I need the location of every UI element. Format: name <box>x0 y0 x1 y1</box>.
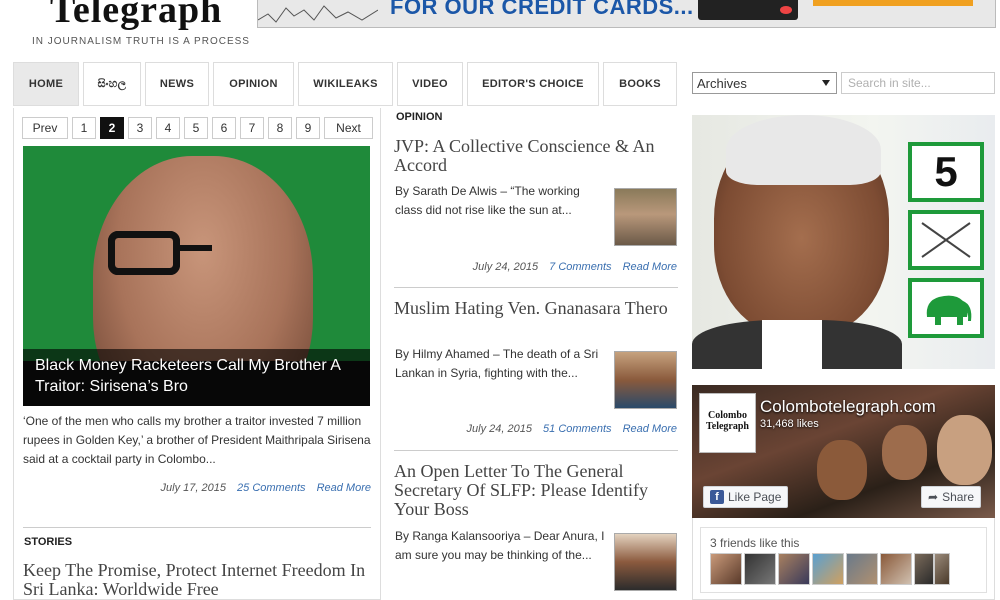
facebook-f-icon: f <box>710 490 724 504</box>
banner-text: FOR OUR CREDIT CARDS... <box>390 0 694 19</box>
opinion-heading: OPINION <box>396 111 443 123</box>
nav-editors-choice[interactable]: EDITOR'S CHOICE <box>467 62 599 106</box>
article-divider <box>394 287 678 288</box>
pager-page-current[interactable]: 2 <box>100 117 124 139</box>
article-comments-link[interactable]: 7 Comments <box>549 261 611 273</box>
friend-avatar[interactable] <box>744 553 776 585</box>
featured-comments-link[interactable]: 25 Comments <box>237 482 305 494</box>
facebook-like-count: 31,468 likes <box>760 418 819 430</box>
archives-select[interactable]: Archives <box>692 72 837 94</box>
nav-news[interactable]: NEWS <box>145 62 209 106</box>
article-divider <box>394 450 678 451</box>
facebook-page-name[interactable]: Colombotelegraph.com <box>760 397 936 417</box>
pager-next-button[interactable]: Next <box>324 117 373 139</box>
archives-label: Archives <box>697 76 747 91</box>
nav-sinhala[interactable]: සිංහල <box>83 62 141 106</box>
nav-books[interactable]: BOOKS <box>603 62 677 106</box>
pager-page-button[interactable]: 7 <box>240 117 264 139</box>
pager-prev-button[interactable]: Prev <box>22 117 68 139</box>
article-excerpt: By Ranga Kalansooriya – Dear Anura, I am… <box>395 529 605 562</box>
search-input[interactable] <box>841 72 995 94</box>
portrait-glasses <box>108 231 283 279</box>
pager-page-button[interactable]: 3 <box>128 117 152 139</box>
friend-avatar[interactable] <box>710 553 742 585</box>
campaign-poster[interactable]: 5 <box>692 115 995 369</box>
chevron-down-icon <box>822 80 830 86</box>
pager-page-button[interactable]: 8 <box>268 117 292 139</box>
featured-excerpt: ‘One of the men who calls my brother a t… <box>23 414 371 466</box>
facebook-share-button[interactable]: ➦ Share <box>921 486 982 508</box>
pager-page-button[interactable]: 6 <box>212 117 236 139</box>
banner-chart-graphic <box>258 5 378 23</box>
ballot-number: 5 <box>908 142 984 202</box>
poster-portrait-hair <box>726 115 881 185</box>
article-comments-link[interactable]: 51 Comments <box>543 423 611 435</box>
friend-avatar[interactable] <box>914 553 934 585</box>
article-date: July 24, 2015 <box>466 423 532 435</box>
share-button-label: Share <box>942 490 975 504</box>
article-read-more-link[interactable]: Read More <box>623 261 677 273</box>
poster-portrait-collar <box>762 320 822 369</box>
like-button-label: Like Page <box>728 490 782 504</box>
ballot-cross-icon <box>908 210 984 270</box>
friend-avatar[interactable] <box>934 553 950 585</box>
featured-image[interactable]: Black Money Racketeers Call My Brother A… <box>23 146 370 406</box>
ad-banner[interactable]: FOR OUR CREDIT CARDS... <box>257 0 996 28</box>
stories-heading: STORIES <box>24 536 73 548</box>
opinion-article: An Open Letter To The General Secretary … <box>394 462 678 591</box>
nav-wikileaks[interactable]: WIKILEAKS <box>298 62 393 106</box>
friend-avatar[interactable] <box>778 553 810 585</box>
pager-page-button[interactable]: 9 <box>296 117 320 139</box>
article-read-more-link[interactable]: Read More <box>623 423 677 435</box>
featured-read-more-link[interactable]: Read More <box>317 482 371 494</box>
story-title-link[interactable]: Keep The Promise, Protect Internet Freed… <box>23 561 373 599</box>
opinion-article: Muslim Hating Ven. Gnanasara Thero By Hi… <box>394 299 678 435</box>
facebook-friends-text: 3 friends like this <box>710 536 800 550</box>
opinion-article: JVP: A Collective Conscience & An Accord… <box>394 137 678 273</box>
friend-avatar[interactable] <box>812 553 844 585</box>
article-meta: July 24, 2015 7 Comments Read More <box>394 261 677 273</box>
featured-caption[interactable]: Black Money Racketeers Call My Brother A… <box>23 349 370 406</box>
facebook-page-logo[interactable]: Colombo Telegraph <box>699 393 756 453</box>
author-thumbnail[interactable] <box>614 533 677 591</box>
credit-card-graphic <box>698 0 798 20</box>
featured-date: July 17, 2015 <box>160 482 226 494</box>
article-excerpt: By Sarath De Alwis – “The working class … <box>395 184 580 217</box>
site-logo[interactable]: Telegraph <box>50 0 222 32</box>
article-title-link[interactable]: An Open Letter To The General Secretary … <box>394 462 678 519</box>
article-date: July 24, 2015 <box>472 261 539 273</box>
pager-page-button[interactable]: 4 <box>156 117 180 139</box>
site-tagline: IN JOURNALISM TRUTH IS A PROCESS <box>32 36 250 47</box>
nav-home[interactable]: HOME <box>13 62 79 106</box>
nav-video[interactable]: VIDEO <box>397 62 463 106</box>
article-title-link[interactable]: JVP: A Collective Conscience & An Accord <box>394 137 678 175</box>
article-excerpt: By Hilmy Ahamed – The death of a Sri Lan… <box>395 347 599 380</box>
elephant-icon <box>908 278 984 338</box>
article-title-link[interactable]: Muslim Hating Ven. Gnanasara Thero <box>394 299 678 318</box>
author-thumbnail[interactable] <box>614 351 677 409</box>
friend-avatar[interactable] <box>880 553 912 585</box>
facebook-like-button[interactable]: f Like Page <box>703 486 789 508</box>
pager-page-button[interactable]: 5 <box>184 117 208 139</box>
nav-opinion[interactable]: OPINION <box>213 62 294 106</box>
author-thumbnail[interactable] <box>614 188 677 246</box>
pager-page-button[interactable]: 1 <box>72 117 96 139</box>
banner-accent <box>813 0 973 6</box>
section-divider <box>23 527 371 528</box>
share-arrow-icon: ➦ <box>928 490 939 504</box>
featured-meta: July 17, 2015 25 Comments Read More <box>23 482 371 494</box>
article-meta: July 24, 2015 51 Comments Read More <box>394 423 677 435</box>
friend-avatar[interactable] <box>846 553 878 585</box>
